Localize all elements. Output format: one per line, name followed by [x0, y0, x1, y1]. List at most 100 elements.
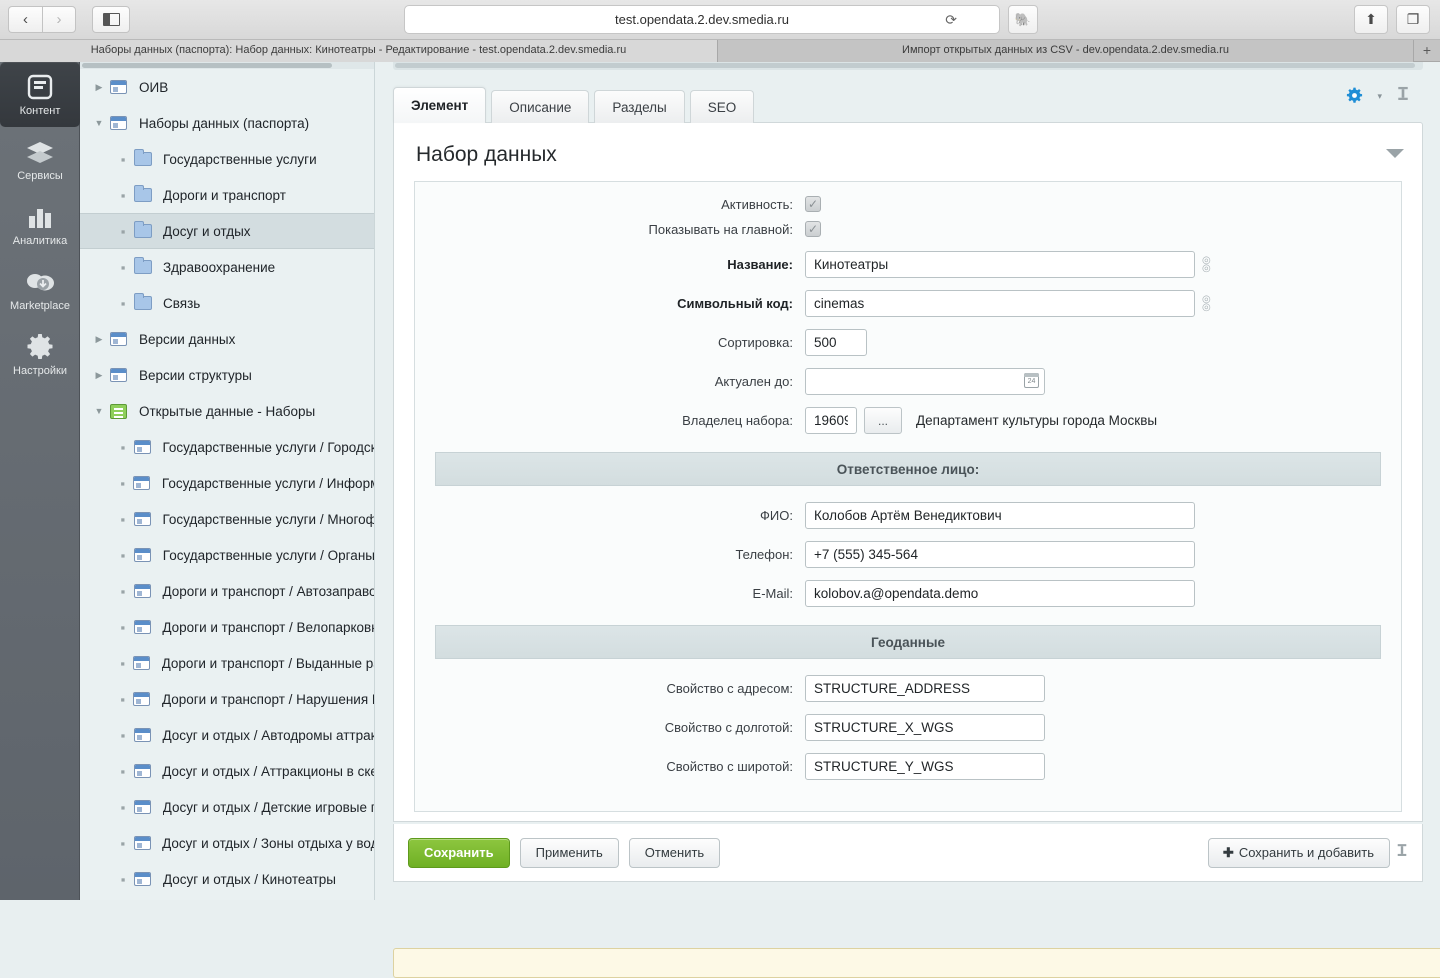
tree-node[interactable]: ▪ Государственные услуги	[80, 141, 374, 177]
phone-input[interactable]	[805, 541, 1195, 568]
tree-node-bullet-icon[interactable]: ▪	[112, 656, 133, 671]
active-checkbox[interactable]: ✓	[805, 196, 821, 212]
tree-expand-right-icon[interactable]: ▶	[88, 370, 110, 381]
owner-browse-button[interactable]: ...	[864, 407, 902, 434]
tree-node-bullet-icon[interactable]: ▪	[112, 800, 134, 815]
tree-node-bullet-icon[interactable]: ▪	[112, 764, 134, 779]
calendar-icon[interactable]: 24	[1024, 373, 1039, 388]
tree-expand-right-icon[interactable]: ▶	[88, 82, 110, 93]
url-text: test.opendata.2.dev.smedia.ru	[615, 12, 789, 27]
tree-node[interactable]: ▪ Государственные услуги / Городск	[80, 429, 374, 465]
tree-node-bullet-icon[interactable]: ▪	[112, 152, 134, 167]
tree-expand-right-icon[interactable]: ▶	[88, 334, 110, 345]
tree-node[interactable]: ▶ Версии структуры	[80, 357, 374, 393]
tree-node-bullet-icon[interactable]: ▪	[112, 584, 134, 599]
tree-node[interactable]: ▪ Дороги и транспорт / Автозаправо	[80, 573, 374, 609]
sort-input[interactable]	[805, 329, 867, 356]
link-translate-icon[interactable]: ◎ ◎	[1202, 255, 1211, 273]
field-row-email: E-Mail:	[415, 580, 1401, 607]
tree-node-bullet-icon[interactable]: ▪	[112, 728, 134, 743]
pin-icon[interactable]	[1396, 843, 1408, 863]
share-button[interactable]: ⬆	[1354, 5, 1388, 34]
tree-horizontal-scrollbar[interactable]	[80, 62, 374, 69]
tree-node[interactable]: ▪ Досуг и отдых / Зоны отдыха у вод	[80, 825, 374, 861]
doc-icon	[133, 728, 156, 742]
tree-node-bullet-icon[interactable]: ▪	[112, 296, 134, 311]
tree-node[interactable]: ▶ Версии данных	[80, 321, 374, 357]
sidebar-toggle-button[interactable]	[92, 6, 130, 33]
tree-node[interactable]: ▪ Дороги и транспорт / Нарушения Г	[80, 681, 374, 717]
email-input[interactable]	[805, 580, 1195, 607]
latitude-prop-input[interactable]	[805, 753, 1045, 780]
chevron-down-icon[interactable]: ▾	[1377, 91, 1382, 102]
content-horizontal-scrollbar[interactable]	[393, 62, 1423, 70]
tree-node[interactable]: ▪ Досуг и отдых / Кинотеатры	[80, 861, 374, 897]
reload-icon[interactable]: ⟳	[945, 11, 957, 28]
rail-item-analytics[interactable]: Аналитика	[0, 192, 80, 257]
name-input[interactable]	[805, 251, 1195, 278]
tab-0[interactable]: Элемент	[393, 87, 487, 123]
url-bar[interactable]: test.opendata.2.dev.smedia.ru ⟳	[404, 5, 1000, 34]
cancel-button[interactable]: Отменить	[628, 837, 721, 868]
code-input[interactable]	[805, 290, 1195, 317]
tree-node-bullet-icon[interactable]: ▪	[112, 836, 134, 851]
tree-node-bullet-icon[interactable]: ▪	[112, 548, 134, 563]
browser-tab-0[interactable]: Наборы данных (паспорта): Набор данных: …	[0, 40, 718, 62]
tree-node-bullet-icon[interactable]: ▪	[112, 224, 134, 239]
tree-node-bullet-icon[interactable]: ▪	[112, 188, 134, 203]
rail-item-marketplace[interactable]: Marketplace	[0, 257, 80, 322]
tree-node[interactable]: ▪ Досуг и отдых / Детские игровые г	[80, 789, 374, 825]
tree-node[interactable]: ▪ Связь	[80, 285, 374, 321]
tree-node-bullet-icon[interactable]: ▪	[112, 476, 133, 491]
tree-node[interactable]: ▼ Открытые данные - Наборы	[80, 393, 374, 429]
tree-node[interactable]: ▪ Дороги и транспорт	[80, 177, 374, 213]
link-translate-icon[interactable]: ◎ ◎	[1202, 294, 1211, 312]
tree-node-label: Открытые данные - Наборы	[139, 403, 316, 419]
tab-1[interactable]: Описание	[491, 90, 590, 123]
longitude-prop-input[interactable]	[805, 714, 1045, 741]
tree-node[interactable]: ▪ Дороги и транспорт / Велопарковк	[80, 609, 374, 645]
tree-node[interactable]: ▪ Досуг и отдых	[80, 213, 374, 249]
apply-button[interactable]: Применить	[519, 837, 619, 868]
tree-expand-down-icon[interactable]: ▼	[88, 118, 110, 128]
tree-node-bullet-icon[interactable]: ▪	[112, 620, 134, 635]
tree-node[interactable]: ▪ Досуг и отдых / Аттракционы в ске	[80, 753, 374, 789]
tab-3[interactable]: SEO	[689, 90, 755, 123]
rail-item-content[interactable]: Контент	[0, 62, 80, 127]
fio-label: ФИО:	[760, 508, 793, 523]
address-prop-input[interactable]	[805, 675, 1045, 702]
tree-node[interactable]: ▪ Государственные услуги / Информ	[80, 465, 374, 501]
show-on-main-checkbox[interactable]: ✓	[805, 221, 821, 237]
tree-node[interactable]: ▼ Наборы данных (паспорта)	[80, 105, 374, 141]
tree-node-bullet-icon[interactable]: ▪	[112, 872, 134, 887]
tree-node[interactable]: ▪ Дороги и транспорт / Выданные ра	[80, 645, 374, 681]
pin-icon[interactable]	[1396, 86, 1410, 107]
show-all-tabs-button[interactable]: ❐	[1396, 5, 1430, 34]
tab-2[interactable]: Разделы	[594, 90, 685, 123]
valid-until-input[interactable]	[805, 368, 1045, 395]
rail-item-services[interactable]: Сервисы	[0, 127, 80, 192]
back-button[interactable]: ‹	[8, 6, 42, 33]
tree-node-bullet-icon[interactable]: ▪	[112, 260, 134, 275]
tree-node[interactable]: ▪ Досуг и отдых / Автодромы аттрак	[80, 717, 374, 753]
tree-node[interactable]: ▶ ОИВ	[80, 69, 374, 105]
save-and-add-button[interactable]: ✚ Сохранить и добавить	[1207, 837, 1390, 868]
tree-node[interactable]: ▪ Государственные услуги / Многоф	[80, 501, 374, 537]
owner-id-input[interactable]	[805, 407, 857, 434]
fio-input[interactable]	[805, 502, 1195, 529]
forward-button[interactable]: ›	[42, 6, 76, 33]
tree-node[interactable]: ▪ Государственные услуги / Органы	[80, 537, 374, 573]
tree-node-bullet-icon[interactable]: ▪	[112, 512, 134, 527]
folder-icon	[134, 149, 156, 166]
tree-node-bullet-icon[interactable]: ▪	[112, 440, 134, 455]
tree-expand-down-icon[interactable]: ▼	[88, 406, 110, 416]
collapse-triangle-icon[interactable]	[1386, 149, 1404, 158]
browser-tab-1[interactable]: Импорт открытых данных из CSV - dev.open…	[718, 40, 1414, 62]
save-button[interactable]: Сохранить	[408, 837, 510, 868]
tree-node[interactable]: ▪ Здравоохранение	[80, 249, 374, 285]
new-tab-button[interactable]: +	[1414, 40, 1440, 61]
tree-node-bullet-icon[interactable]: ▪	[112, 692, 133, 707]
evernote-clipper-button[interactable]: 🐘	[1008, 5, 1038, 34]
rail-item-settings[interactable]: Настройки	[0, 322, 80, 387]
gear-icon[interactable]	[1346, 87, 1363, 107]
